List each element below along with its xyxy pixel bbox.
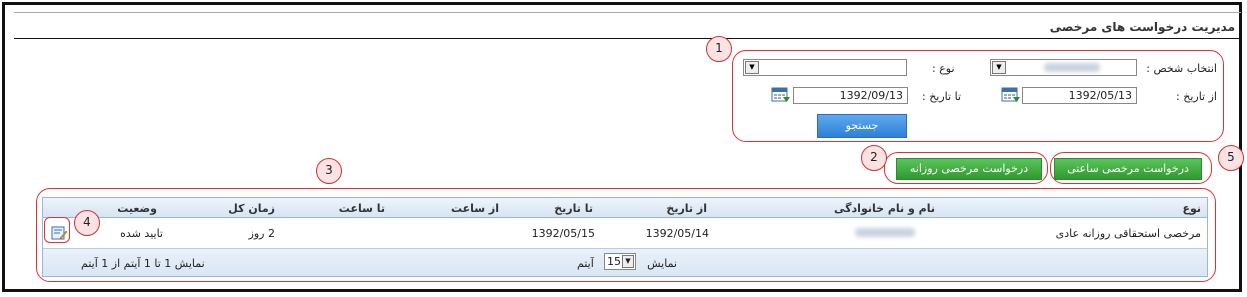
person-select[interactable]: ▼ — [990, 59, 1137, 76]
column-header-total-time[interactable]: زمان کل — [228, 202, 275, 215]
callout-2: 2 — [861, 145, 887, 171]
page-size-select[interactable]: 15 ▼ — [604, 253, 636, 270]
from-date-input[interactable]: 1392/05/13 — [1022, 87, 1137, 104]
blurred-employee-name — [855, 228, 915, 237]
person-label: انتخاب شخص : — [1146, 62, 1217, 75]
chevron-down-icon[interactable]: ▼ — [622, 255, 634, 268]
items-label: آیتم — [577, 257, 594, 270]
leave-requests-grid: نوع نام و نام خانوادگی از تاریخ تا تاریخ… — [42, 197, 1208, 277]
callout-1: 1 — [706, 36, 732, 62]
cell-to-date: 1392/05/15 — [531, 227, 595, 240]
page-size-label: نمایش — [647, 257, 677, 270]
hourly-leave-request-button[interactable]: درخواست مرخصی ساعتی — [1054, 158, 1202, 180]
page-size-value: 15 — [607, 255, 621, 268]
grid-header: نوع نام و نام خانوادگی از تاریخ تا تاریخ… — [43, 198, 1207, 218]
column-header-type[interactable]: نوع — [1182, 202, 1201, 215]
cell-type: مرخصی استحقاقی روزانه عادی — [1055, 227, 1201, 240]
column-header-to-date[interactable]: تا تاریخ — [554, 202, 593, 215]
column-header-from-date[interactable]: از تاریخ — [666, 202, 707, 215]
cell-status: تایید شده — [120, 227, 163, 240]
calendar-icon[interactable] — [771, 87, 791, 103]
header-divider — [14, 38, 1241, 39]
column-header-to-time[interactable]: تا ساعت — [339, 202, 385, 215]
column-header-from-time[interactable]: از ساعت — [451, 202, 499, 215]
chevron-down-icon[interactable]: ▼ — [992, 61, 1006, 74]
callout-3: 3 — [316, 158, 342, 184]
daily-leave-request-button[interactable]: درخواست مرخصی روزانه — [896, 158, 1042, 180]
search-button[interactable]: جستجو — [817, 114, 907, 138]
column-header-name[interactable]: نام و نام خانوادگی — [834, 202, 935, 215]
type-label: نوع : — [932, 62, 955, 75]
from-date-label: از تاریخ : — [1176, 90, 1217, 103]
blurred-person-name — [1044, 63, 1100, 72]
grid-footer: نمایش 15 ▼ آیتم نمایش 1 تا 1 آیتم از 1 آ… — [43, 248, 1207, 276]
cell-total-time: 2 روز — [248, 227, 275, 240]
header-top-line — [14, 12, 1241, 13]
pager-summary: نمایش 1 تا 1 آیتم از 1 آیتم — [81, 257, 205, 270]
to-date-label: تا تاریخ : — [922, 90, 961, 103]
edit-icon-highlight — [44, 217, 70, 243]
calendar-icon[interactable] — [1001, 87, 1021, 103]
callout-5: 5 — [1218, 145, 1244, 171]
cell-from-date: 1392/05/14 — [645, 227, 709, 240]
column-header-status[interactable]: وضعیت — [117, 202, 157, 215]
to-date-input[interactable]: 1392/09/13 — [793, 87, 908, 104]
page-title: مدیریت درخواست های مرخصی — [1049, 20, 1235, 34]
chevron-down-icon[interactable]: ▼ — [745, 61, 759, 74]
callout-4: 4 — [74, 210, 100, 236]
table-row[interactable]: مرخصی استحقاقی روزانه عادی 1392/05/14 13… — [43, 219, 1207, 249]
type-select[interactable]: ▼ — [743, 59, 907, 76]
